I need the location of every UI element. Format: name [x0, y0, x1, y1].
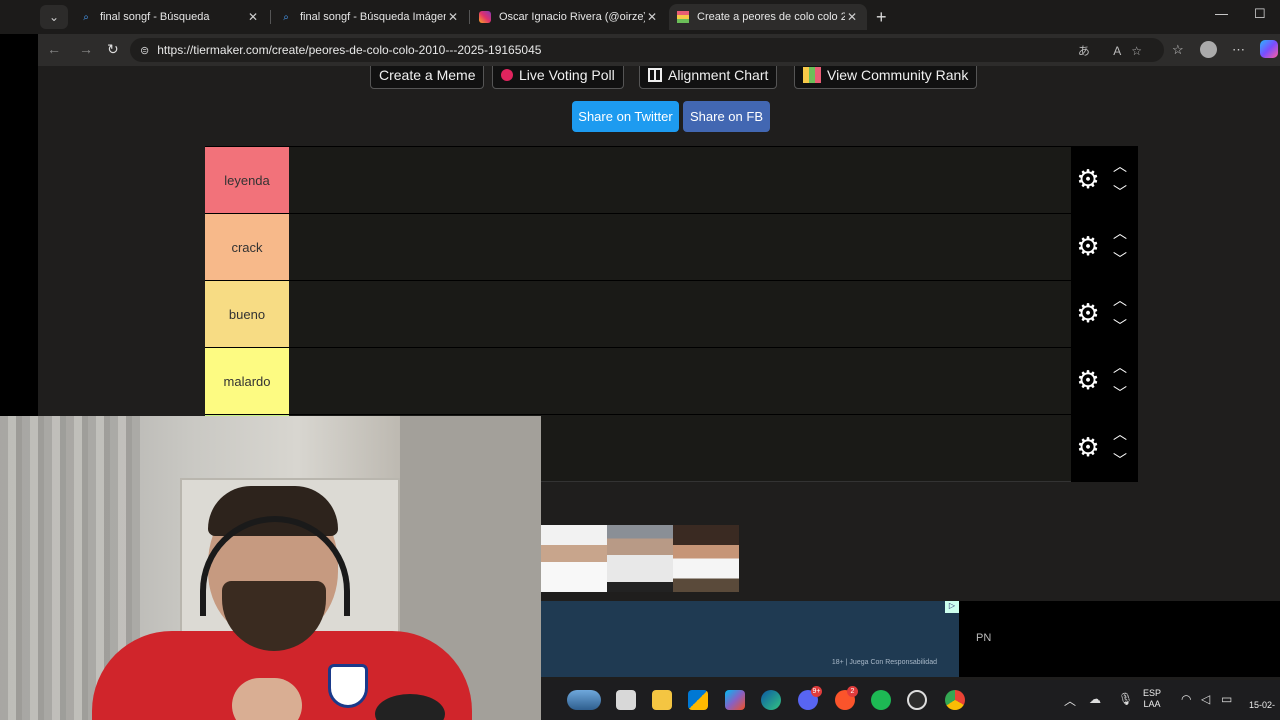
taskbar: 9+ 2 ︿ ☁ 🎙 ◠ ◁ ▭: [541, 680, 1280, 720]
close-icon[interactable]: ✕: [246, 10, 260, 24]
tier-controls: ⚙ ︿ ﹀: [1071, 415, 1138, 482]
gear-icon[interactable]: ⚙: [1075, 434, 1101, 460]
share-facebook-button[interactable]: Share on FB: [683, 101, 770, 132]
player-image[interactable]: [541, 525, 607, 592]
tier-controls: ⚙ ︿ ﹀: [1071, 147, 1138, 214]
tier-row: malardo ⚙ ︿ ﹀: [205, 347, 1138, 415]
tier-drop-zone[interactable]: [289, 348, 1071, 415]
chevron-down-icon[interactable]: ﹀: [1113, 453, 1127, 467]
tier-controls: ⚙ ︿ ﹀: [1071, 281, 1138, 348]
chevron-up-icon[interactable]: ︿: [1113, 226, 1127, 240]
tier-label[interactable]: bueno: [205, 281, 289, 348]
task-view-icon[interactable]: [616, 690, 636, 710]
tier-controls: ⚙ ︿ ﹀: [1071, 214, 1138, 281]
profile-avatar[interactable]: [1200, 41, 1217, 58]
tab-instagram[interactable]: Oscar Ignacio Rivera (@oirze) • Fo ✕: [471, 4, 667, 30]
site-info-icon[interactable]: ⊜: [140, 44, 149, 57]
widgets-icon[interactable]: [567, 690, 601, 710]
tier-drop-zone[interactable]: [289, 147, 1071, 214]
close-icon[interactable]: ✕: [645, 10, 659, 24]
chevron-up-icon[interactable]: ︿: [1113, 427, 1127, 441]
chevron-down-icon[interactable]: ﹀: [1113, 319, 1127, 333]
close-icon[interactable]: ✕: [845, 10, 859, 24]
tab-tiermaker[interactable]: Create a peores de colo colo 2010 ✕: [669, 4, 867, 30]
url-actions-icons[interactable]: あ A☆: [1078, 42, 1152, 59]
chevron-up-icon[interactable]: ︿: [1113, 293, 1127, 307]
live-voting-button[interactable]: Live Voting Poll: [492, 66, 624, 89]
url-input[interactable]: ⊜ https://tiermaker.com/create/peores-de…: [130, 38, 1164, 62]
community-rank-button[interactable]: View Community Rank: [794, 66, 978, 89]
advertisement-banner[interactable]: ▷ 18+ | Juega Con Responsabilidad: [541, 601, 959, 677]
tab-actions-button[interactable]: ⌄: [40, 5, 68, 29]
tab-search-images[interactable]: ⌕ final songf - Búsqueda Imágenes ✕: [272, 4, 468, 30]
back-icon[interactable]: ←: [47, 41, 61, 57]
spotify-icon[interactable]: [871, 690, 891, 710]
chevron-up-icon[interactable]: ︿: [1064, 692, 1076, 709]
gear-icon[interactable]: ⚙: [1075, 166, 1101, 192]
chevron-down-icon[interactable]: ﹀: [1113, 252, 1127, 266]
copilot-icon[interactable]: [1260, 40, 1278, 58]
team-crest-icon: [328, 664, 368, 708]
alignment-chart-button[interactable]: Alignment Chart: [639, 66, 778, 89]
close-icon[interactable]: ✕: [446, 10, 460, 24]
tier-label[interactable]: malardo: [205, 348, 289, 415]
tier-rank-icon: [803, 66, 821, 83]
share-twitter-button[interactable]: Share on Twitter: [572, 101, 679, 132]
minimize-button[interactable]: —: [1215, 6, 1228, 21]
chevron-down-icon[interactable]: ﹀: [1113, 386, 1127, 400]
tier-row: bueno ⚙ ︿ ﹀: [205, 280, 1138, 348]
player-image[interactable]: [607, 525, 673, 592]
advertisement-side: PN: [959, 601, 1280, 677]
chevron-down-icon[interactable]: ﹀: [1113, 185, 1127, 199]
webcam-overlay: [0, 416, 541, 720]
chevron-up-icon[interactable]: ︿: [1113, 360, 1127, 374]
cloud-icon[interactable]: ☁: [1089, 692, 1101, 706]
maximize-button[interactable]: ☐: [1254, 6, 1266, 22]
file-explorer-icon[interactable]: [652, 690, 672, 710]
tier-drop-zone[interactable]: [289, 281, 1071, 348]
refresh-icon[interactable]: ↻: [107, 41, 119, 58]
copilot-app-icon[interactable]: [725, 690, 745, 710]
chrome-icon[interactable]: [945, 690, 965, 710]
chevron-up-icon[interactable]: ︿: [1113, 159, 1127, 173]
favorites-icon[interactable]: ☆: [1172, 42, 1184, 58]
gear-icon[interactable]: ⚙: [1075, 233, 1101, 259]
tier-drop-zone[interactable]: [289, 214, 1071, 281]
wifi-icon[interactable]: ◠: [1181, 692, 1191, 706]
address-bar-row: ← → ↻ ⊜ https://tiermaker.com/create/peo…: [0, 34, 1280, 66]
edge-icon[interactable]: [761, 690, 781, 710]
unranked-image-pool: [541, 525, 739, 592]
instagram-icon: [479, 11, 491, 23]
tab-search-1[interactable]: ⌕ final songf - Búsqueda ✕: [72, 4, 268, 30]
tier-row: leyenda ⚙ ︿ ﹀: [205, 146, 1138, 214]
grid-icon: [648, 67, 662, 82]
store-icon[interactable]: [688, 690, 708, 710]
ad-choices-icon[interactable]: ▷: [945, 601, 959, 613]
battery-icon[interactable]: ▭: [1221, 692, 1232, 706]
tier-label[interactable]: leyenda: [205, 147, 289, 214]
forward-icon[interactable]: →: [79, 41, 93, 57]
tier-label[interactable]: crack: [205, 214, 289, 281]
volume-icon[interactable]: ◁: [1201, 692, 1210, 706]
new-tab-button[interactable]: +: [876, 7, 887, 28]
language-indicator[interactable]: ESP LAA: [1143, 688, 1161, 710]
gear-icon[interactable]: ⚙: [1075, 300, 1101, 326]
record-dot-icon: [501, 68, 513, 81]
tier-row: crack ⚙ ︿ ﹀: [205, 213, 1138, 281]
tier-controls: ⚙ ︿ ﹀: [1071, 348, 1138, 415]
gear-icon[interactable]: ⚙: [1075, 367, 1101, 393]
create-meme-button[interactable]: Create a Meme: [370, 66, 485, 89]
obs-icon[interactable]: [907, 690, 927, 710]
player-image[interactable]: [673, 525, 739, 592]
clock[interactable]: 15-02-: [1249, 700, 1275, 710]
search-icon: ⌕: [283, 11, 289, 23]
more-menu-icon[interactable]: ⋯: [1232, 42, 1245, 58]
tiermaker-icon: [677, 11, 689, 23]
microphone-tray-icon[interactable]: 🎙: [1118, 692, 1133, 706]
search-icon: ⌕: [83, 11, 89, 23]
